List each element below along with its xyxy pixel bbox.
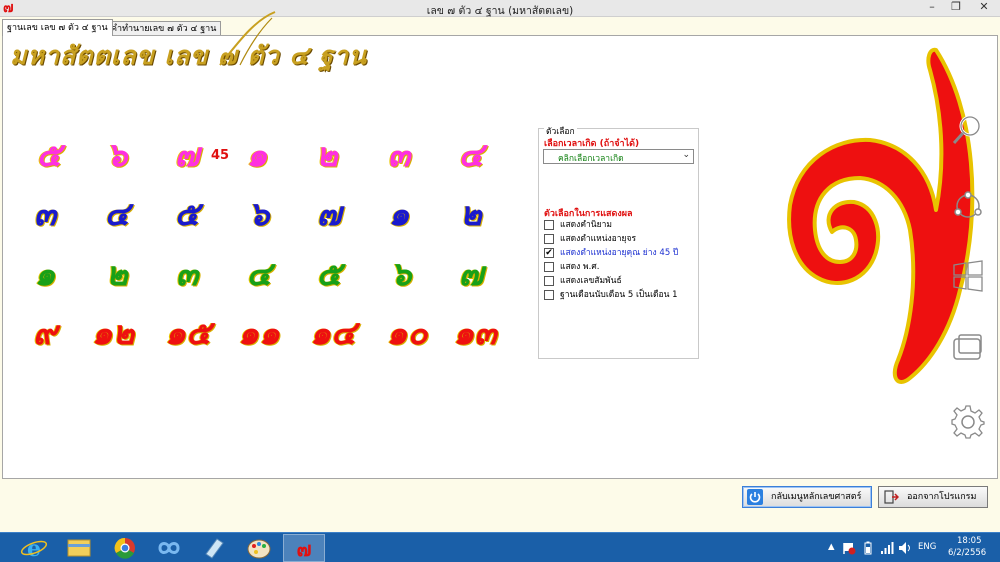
- taskbar-item-notepad[interactable]: [193, 534, 235, 562]
- digit-cell: ๒: [460, 194, 482, 233]
- chrome-icon: [114, 537, 135, 559]
- display-options-label: ตัวเลือกในการแสดงผล: [544, 209, 633, 219]
- internet-explorer-icon: e: [20, 536, 48, 562]
- big-digit-display: [787, 47, 975, 384]
- folder-icon: [67, 539, 91, 557]
- exit-program-button[interactable]: ออกจากโปรแกรม: [878, 486, 988, 508]
- tab-bar: ฐานเลข เลข ๗ ตัว ๔ ฐาน คำทำนายเลข ๗ ตัว …: [0, 18, 1000, 36]
- digit-cell: ๑: [388, 194, 410, 233]
- checkbox-box[interactable]: [544, 234, 554, 244]
- digit-cell: ๓: [33, 194, 57, 233]
- digit-cell: ๖: [390, 254, 412, 293]
- exit-door-icon: [884, 490, 899, 504]
- birth-time-label: เลือกเวลาเกิด (ถ้าจำได้): [544, 139, 640, 149]
- infinity-icon: [158, 542, 180, 554]
- digit-cell: ๗: [458, 254, 484, 293]
- tray-overflow-icon[interactable]: ▲: [828, 542, 835, 552]
- svg-text:๗: ๗: [296, 537, 311, 561]
- checkbox-label: แสดงตำแหน่งอายุคุณ ย่าง 45 ปี: [560, 248, 679, 258]
- taskbar-item-chrome[interactable]: [104, 534, 146, 562]
- battery-icon[interactable]: [862, 541, 874, 555]
- back-to-main-menu-button[interactable]: กลับเมนูหลักเลขศาสตร์: [742, 486, 872, 508]
- volume-icon[interactable]: [898, 541, 912, 555]
- network-icon[interactable]: [880, 541, 894, 555]
- digit-cell: ๗: [316, 194, 342, 233]
- digit-cell: ๕: [174, 194, 200, 233]
- paint-palette-icon: [247, 539, 271, 559]
- digit-cell: ๑๔: [310, 313, 356, 352]
- clock-time[interactable]: 18:05: [957, 536, 982, 546]
- digit-cell: ๑๓: [453, 313, 497, 352]
- window-title: เลข ๗ ตัว ๔ ฐาน (มหาสัตตเลข): [426, 5, 574, 17]
- devices-charm-icon[interactable]: [950, 331, 986, 367]
- taskbar-item-ie[interactable]: e: [13, 534, 55, 562]
- digit-cell: ๓: [387, 135, 411, 174]
- checkbox-box[interactable]: [544, 290, 554, 300]
- digit-cell: ๖: [106, 135, 128, 174]
- tab-base-numbers[interactable]: ฐานเลข เลข ๗ ตัว ๔ ฐาน: [2, 19, 113, 36]
- digit-cell: ๑๑: [238, 313, 280, 352]
- clock-date[interactable]: 6/2/2556: [948, 548, 986, 558]
- minimize-button[interactable]: –: [920, 0, 944, 16]
- digit-cell: ๑๕: [165, 313, 211, 352]
- chevron-down-icon: ⌄: [682, 150, 690, 160]
- birth-time-select[interactable]: คลิกเลือกเวลาเกิด ⌄: [543, 149, 694, 164]
- taskbar-item-infinity-app[interactable]: [148, 534, 190, 562]
- checkbox-box[interactable]: [544, 220, 554, 230]
- checkbox-label: แสดงเลขสัมพันธ์: [560, 276, 622, 286]
- digit-cell: ๑๐: [386, 313, 428, 352]
- digit-cell: ๙: [32, 313, 58, 352]
- digit-cell: ๑: [34, 254, 56, 293]
- checkbox-label: แสดงตำแหน่งอายุจร: [560, 234, 637, 244]
- notepad-icon: [205, 538, 224, 559]
- taskbar-item-numerology-app[interactable]: ๗: [283, 534, 325, 562]
- checkbox-box[interactable]: [544, 276, 554, 286]
- numerology-app-icon: ๗: [296, 537, 311, 561]
- title-bar: ๗ เลข ๗ ตัว ๔ ฐาน (มหาสัตตเลข) – ❐ ✕: [0, 0, 1000, 17]
- input-language-indicator[interactable]: ENG: [918, 542, 936, 552]
- checkbox-box-checked[interactable]: ✔: [544, 248, 554, 258]
- checkbox-label: แสดง พ.ศ.: [560, 262, 600, 272]
- digit-cell: ๔: [458, 135, 484, 174]
- checkbox-label: ฐานเดือนนับเดือน 5 เป็นเดือน 1: [560, 290, 678, 300]
- digit-cell: ๕: [36, 135, 62, 174]
- digit-cell: ๑๒: [91, 313, 135, 352]
- digit-cell: ๖: [248, 194, 270, 233]
- taskbar: e ๗ ▲ ENG 18:05 6/2/2556: [0, 532, 1000, 562]
- close-button[interactable]: ✕: [972, 0, 996, 16]
- start-charm-icon[interactable]: [950, 258, 986, 294]
- checkbox-box[interactable]: [544, 262, 554, 272]
- digit-cell: ๒: [316, 135, 338, 174]
- digit-cell: ๔: [246, 254, 272, 293]
- taskbar-item-file-explorer[interactable]: [58, 534, 100, 562]
- digit-cell: ๒: [106, 254, 128, 293]
- share-charm-icon[interactable]: [950, 188, 986, 224]
- taskbar-item-paint[interactable]: [238, 534, 280, 562]
- restore-button[interactable]: ❐: [944, 0, 968, 16]
- page-title: มหาสัตตเลข เลข ๗ ตัว ๔ ฐาน: [10, 41, 368, 70]
- age-position-marker: 45: [211, 148, 230, 163]
- digit-cell: ๔: [104, 194, 130, 233]
- birth-time-select-value: คลิกเลือกเวลาเกิด: [558, 154, 624, 164]
- digit-cell: ๕: [316, 254, 342, 293]
- settings-charm-icon[interactable]: [950, 404, 986, 440]
- digit-cell: ๓: [175, 254, 199, 293]
- action-center-flag-icon[interactable]: [842, 541, 856, 555]
- power-icon: [747, 489, 763, 505]
- search-charm-icon[interactable]: [950, 112, 986, 148]
- checkbox-label: แสดงคำนิยาม: [560, 220, 612, 230]
- svg-text:e: e: [27, 536, 41, 562]
- digit-cell: ๑: [246, 135, 268, 174]
